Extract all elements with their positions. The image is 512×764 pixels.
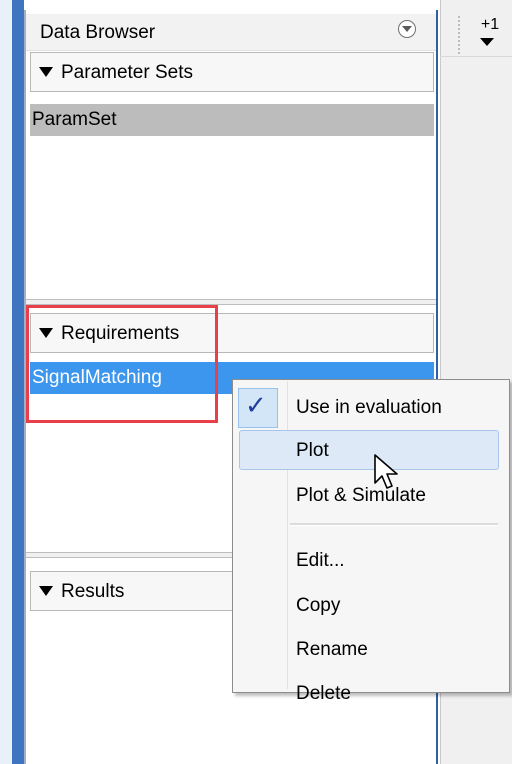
menu-item-copy[interactable]: Copy: [296, 595, 340, 617]
data-browser-title: Data Browser: [40, 22, 156, 43]
toolbar-grip: [458, 16, 460, 56]
circle-chevron-down-icon[interactable]: [398, 20, 416, 38]
section-label: Parameter Sets: [61, 62, 193, 83]
collapse-triangle-icon[interactable]: [39, 586, 53, 596]
menu-item-plot[interactable]: Plot: [296, 440, 329, 462]
section-header-parameter-sets[interactable]: Parameter Sets: [30, 52, 434, 92]
highlight-annotation-box: [26, 305, 218, 423]
collapse-triangle-icon[interactable]: [39, 67, 53, 77]
menu-item-delete[interactable]: Delete: [296, 683, 351, 705]
mouse-pointer-icon: [374, 454, 398, 489]
menu-item-edit[interactable]: Edit...: [296, 550, 345, 572]
window-left-border: [12, 0, 24, 764]
menu-item-plot-and-simulate[interactable]: Plot & Simulate: [296, 485, 426, 507]
menu-separator: [290, 523, 498, 526]
menu-icon-gutter: [287, 381, 288, 689]
section-label: Results: [61, 581, 125, 602]
step-dropdown-icon[interactable]: [480, 38, 494, 46]
menu-item-use-in-evaluation[interactable]: Use in evaluation: [296, 397, 442, 419]
check-icon: ✓: [245, 390, 267, 420]
menu-item-rename[interactable]: Rename: [296, 639, 368, 661]
list-item-label: ParamSet: [32, 109, 117, 130]
step-increment-button[interactable]: +1: [478, 16, 502, 40]
menu-item-highlight: [239, 430, 499, 470]
toolbar-divider: [440, 56, 512, 57]
